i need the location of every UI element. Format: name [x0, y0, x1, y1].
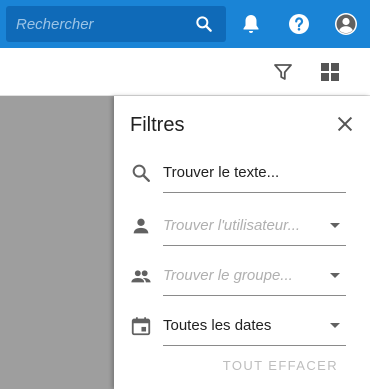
- app-bar: [0, 0, 370, 48]
- search-input[interactable]: [16, 6, 186, 42]
- group-filter-row: Trouver le groupe...: [114, 256, 370, 296]
- group-icon: [130, 265, 152, 287]
- user-filter-row: Trouver l'utilisateur...: [114, 206, 370, 246]
- search-box: [6, 6, 226, 42]
- help-icon[interactable]: [287, 12, 311, 36]
- chevron-down-icon[interactable]: [330, 273, 340, 278]
- clear-all-button[interactable]: TOUT EFFACER: [223, 358, 338, 373]
- close-icon[interactable]: [334, 113, 356, 135]
- text-filter-value: Trouver le texte...: [163, 164, 280, 181]
- person-icon: [130, 215, 152, 237]
- text-filter-row: Trouver le texte...: [114, 153, 370, 193]
- search-icon: [130, 162, 152, 184]
- backdrop[interactable]: [0, 96, 114, 389]
- toolbar: [0, 48, 370, 96]
- panel-title: Filtres: [130, 114, 185, 136]
- group-filter-select[interactable]: Trouver le groupe...: [163, 256, 346, 296]
- search-icon[interactable]: [194, 14, 214, 34]
- user-filter-placeholder: Trouver l'utilisateur...: [163, 217, 301, 234]
- calendar-icon: [130, 315, 152, 337]
- date-filter-select[interactable]: Toutes les dates: [163, 306, 346, 346]
- filter-icon[interactable]: [271, 60, 295, 84]
- group-filter-placeholder: Trouver le groupe...: [163, 267, 293, 284]
- chevron-down-icon[interactable]: [330, 323, 340, 328]
- user-filter-select[interactable]: Trouver l'utilisateur...: [163, 206, 346, 246]
- bell-icon[interactable]: [239, 12, 263, 36]
- account-icon[interactable]: [334, 12, 358, 36]
- filters-panel: Filtres Trouver le texte... Trouver l'ut…: [114, 96, 370, 389]
- date-filter-value: Toutes les dates: [163, 317, 272, 334]
- date-filter-row: Toutes les dates: [114, 306, 370, 346]
- text-filter-field[interactable]: Trouver le texte...: [163, 153, 346, 193]
- chevron-down-icon[interactable]: [330, 223, 340, 228]
- grid-view-icon[interactable]: [318, 60, 342, 84]
